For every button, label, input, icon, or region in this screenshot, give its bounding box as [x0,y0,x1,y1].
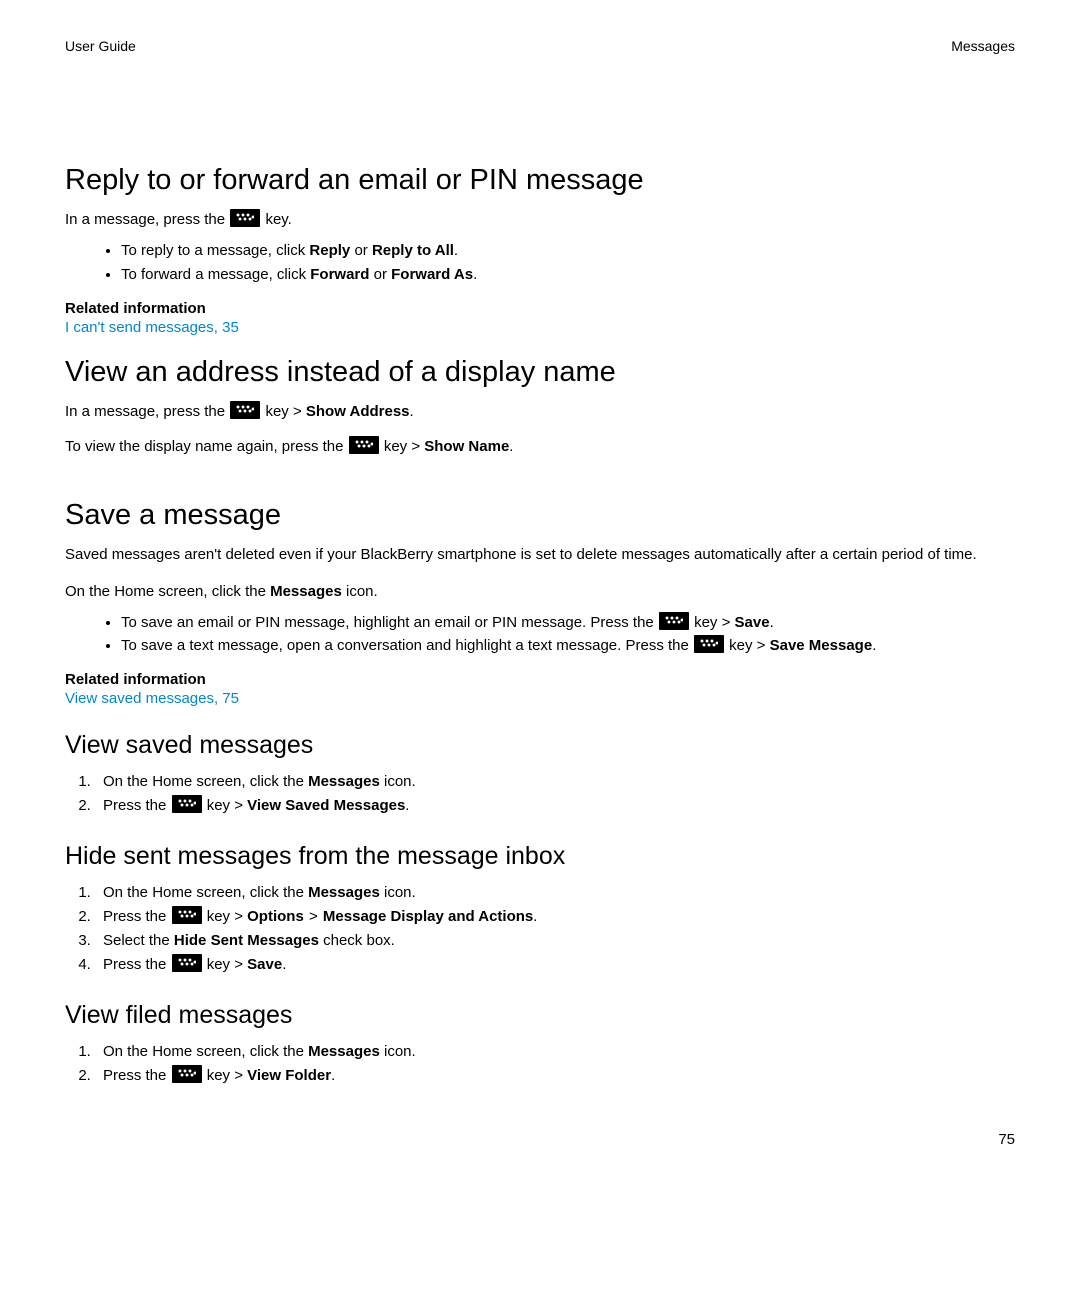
paragraph: Saved messages aren't deleted even if yo… [65,544,1015,565]
instruction: In a message, press the key > Show Addre… [65,401,1015,422]
list-item: Press the key > View Folder. [95,1064,1015,1087]
heading-hide-sent: Hide sent messages from the message inbo… [65,842,1015,871]
heading-view-saved: View saved messages [65,731,1015,760]
step-list: On the Home screen, click the Messages i… [65,881,1015,977]
heading-view-address: View an address instead of a display nam… [65,356,1015,389]
related-link-cant-send[interactable]: I can't send messages, 35 [65,319,1015,336]
heading-reply-forward: Reply to or forward an email or PIN mess… [65,164,1015,197]
blackberry-key-icon [230,209,260,227]
blackberry-key-icon [230,401,260,419]
bullet-list: To save an email or PIN message, highlig… [65,612,1015,658]
bullet-list: To reply to a message, click Reply or Re… [65,240,1015,286]
instruction: To view the display name again, press th… [65,436,1015,457]
list-item: On the Home screen, click the Messages i… [95,770,1015,793]
page-number: 75 [998,1131,1015,1148]
blackberry-key-icon [172,795,202,813]
list-item: On the Home screen, click the Messages i… [95,881,1015,904]
heading-save-message: Save a message [65,499,1015,532]
blackberry-key-icon [694,635,724,653]
step-list: On the Home screen, click the Messages i… [65,770,1015,818]
blackberry-key-icon [172,906,202,924]
list-item: Select the Hide Sent Messages check box. [95,929,1015,952]
related-link-view-saved[interactable]: View saved messages, 75 [65,690,1015,707]
step-list: On the Home screen, click the Messages i… [65,1040,1015,1088]
list-item: On the Home screen, click the Messages i… [95,1040,1015,1063]
list-item: Press the key > View Saved Messages. [95,794,1015,817]
list-item: Press the key > Save. [95,953,1015,976]
related-heading: Related information [65,300,1015,317]
instruction: On the Home screen, click the Messages i… [65,581,1015,602]
instruction: In a message, press the key. [65,209,1015,230]
blackberry-key-icon [172,1065,202,1083]
list-item: To save an email or PIN message, highlig… [121,612,1015,634]
list-item: To forward a message, click Forward or F… [121,264,1015,286]
blackberry-key-icon [349,436,379,454]
list-item: To reply to a message, click Reply or Re… [121,240,1015,262]
header-right: Messages [951,38,1015,54]
related-heading: Related information [65,671,1015,688]
blackberry-key-icon [659,612,689,630]
list-item: Press the key > Options > Message Displa… [95,905,1015,928]
blackberry-key-icon [172,954,202,972]
list-item: To save a text message, open a conversat… [121,635,1015,657]
heading-view-filed: View filed messages [65,1001,1015,1030]
header-left: User Guide [65,38,136,54]
page-header: User Guide Messages [65,38,1015,54]
